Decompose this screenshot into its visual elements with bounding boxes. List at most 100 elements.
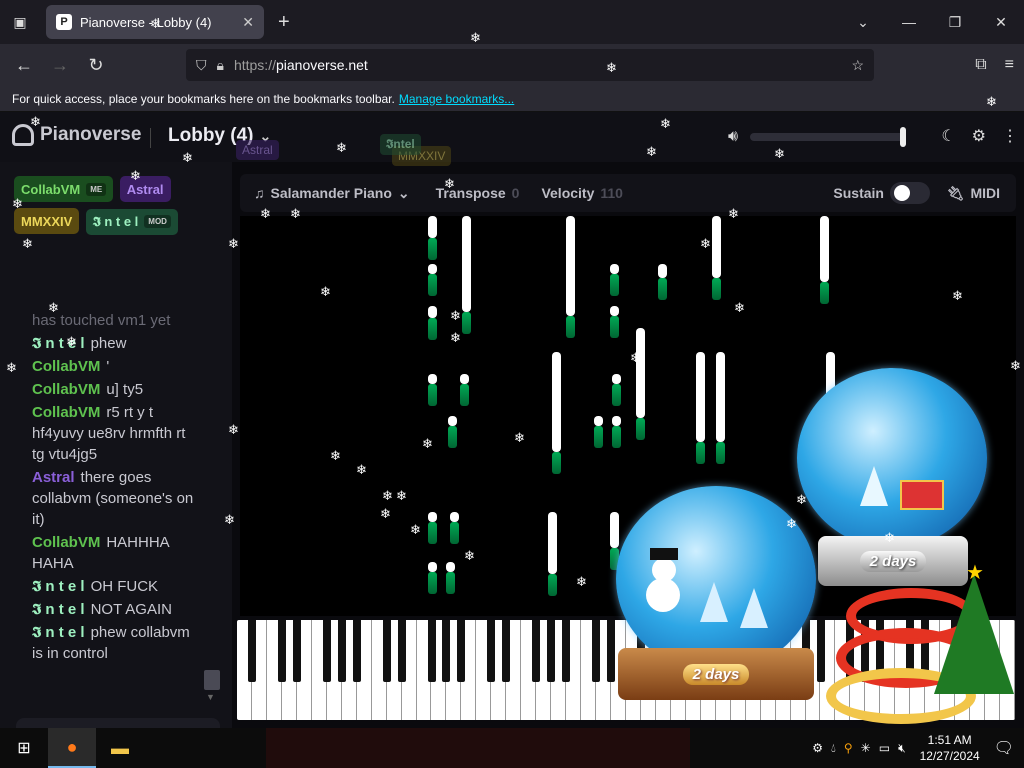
black-key[interactable] (292, 620, 301, 682)
system-tray: ⚙ 💧︎ ⚲ ✳ ▭ 🔇︎ 1:51 AM 12/27/2024 🗨︎ (812, 728, 1024, 768)
falling-note (820, 216, 829, 282)
volume-slider-handle[interactable] (900, 127, 907, 147)
maximize-icon[interactable]: ❐ (932, 14, 978, 31)
user-pill[interactable]: 𝕴 n t e l MOD (85, 208, 178, 235)
black-key[interactable] (592, 620, 601, 682)
snowflake-icon: ❄ (260, 206, 271, 221)
midi-button[interactable]: 🔌︎ MIDI (947, 185, 1000, 202)
black-key[interactable] (562, 620, 571, 682)
list-all-tabs-icon[interactable]: ⌄ (840, 14, 886, 31)
search-icon[interactable]: ⚲ (844, 741, 853, 755)
velocity-control[interactable]: Velocity 110 (541, 185, 623, 201)
chat-author[interactable]: CollabVM (32, 358, 100, 375)
countdown-label: 2 days (682, 663, 750, 685)
volume-control[interactable]: 🔊︎ (728, 127, 907, 147)
black-key[interactable] (322, 620, 331, 682)
snowflake-icon: ❄ (380, 506, 391, 521)
falling-note (610, 264, 619, 274)
url-text[interactable]: https://pianoverse.net (234, 57, 841, 73)
black-key[interactable] (352, 620, 361, 682)
windows-start-icon[interactable]: ⊞ (0, 728, 48, 768)
black-key[interactable] (427, 620, 436, 682)
snowflake-icon: ❄ (646, 144, 657, 159)
snowflake-icon: ❄ (30, 114, 41, 129)
black-key[interactable] (607, 620, 616, 682)
chat-author[interactable]: 𝕴 n t e l (32, 624, 85, 641)
moon-icon[interactable]: ☾ (941, 126, 955, 146)
chat-author[interactable]: Astral (32, 469, 75, 486)
snowflake-icon: ❄ (734, 300, 745, 315)
falling-note (658, 264, 667, 278)
close-window-icon[interactable]: ✕ (978, 14, 1024, 31)
chat-message: CollabVM r5 rt y t hf4yuvy ue8rv hrmfth r… (32, 402, 198, 465)
chat-text: phew (90, 335, 127, 352)
taskbar-clock[interactable]: 1:51 AM 12/27/2024 (920, 732, 980, 764)
url-host: pianoverse.net (275, 57, 368, 73)
note-trail (462, 312, 471, 334)
sustain-toggle[interactable] (890, 182, 930, 204)
black-key[interactable] (337, 620, 346, 682)
user-pill[interactable]: Astral (119, 176, 171, 202)
transpose-value[interactable]: 0 (512, 185, 520, 201)
snowflake-icon: ❄ (444, 176, 455, 191)
black-key[interactable] (502, 620, 511, 682)
menu-icon[interactable]: ≡ (1005, 56, 1014, 74)
notifications-icon[interactable]: 🗨︎ (994, 738, 1014, 758)
tab-list-icon[interactable]: ▣ (0, 0, 40, 44)
droplet-icon[interactable]: 💧︎ (831, 741, 836, 756)
black-key[interactable] (487, 620, 496, 682)
black-key[interactable] (277, 620, 286, 682)
black-key[interactable] (397, 620, 406, 682)
tab-close-icon[interactable]: ✕ (242, 14, 254, 31)
bookmarks-toolbar: For quick access, place your bookmarks h… (0, 86, 1024, 112)
black-key[interactable] (247, 620, 256, 682)
black-key[interactable] (457, 620, 466, 682)
chat-author[interactable]: CollabVM (32, 534, 100, 551)
black-key[interactable] (532, 620, 541, 682)
manage-bookmarks-link[interactable]: Manage bookmarks... (399, 92, 514, 106)
black-key[interactable] (442, 620, 451, 682)
volume-muted-icon[interactable]: 🔇︎ (898, 741, 906, 756)
file-explorer-icon[interactable]: ▬ (96, 728, 144, 768)
tray-app-icon[interactable]: ⚙ (812, 741, 823, 755)
shield-icon[interactable]: ⛉ (196, 57, 207, 74)
extensions-icon[interactable]: ⧉ (975, 56, 986, 74)
user-pill[interactable]: MMXXIV (14, 208, 80, 234)
chat-author[interactable]: 𝕴 n t e l (32, 601, 85, 618)
scroll-down-icon[interactable]: ▼ (206, 692, 215, 702)
chat-text: u] ty5 (106, 381, 144, 398)
volume-slider[interactable] (750, 127, 907, 147)
chat-message: 𝕴 n t e l phew (32, 333, 198, 354)
chat-scrollbar[interactable] (204, 670, 220, 690)
note-trail (610, 274, 619, 296)
firefox-icon[interactable]: ● (48, 728, 96, 768)
chat-author[interactable]: 𝕴 n t e l (32, 578, 85, 595)
more-options-icon[interactable]: ⋮ (1002, 126, 1018, 146)
gift-icon (900, 480, 944, 510)
speaker-icon[interactable]: 🔊︎ (728, 128, 738, 146)
gear-icon[interactable]: ⚙ (972, 126, 986, 146)
network-icon[interactable]: ✳ (861, 741, 871, 755)
url-bar[interactable]: ⛉ 🔒︎ https://pianoverse.net ☆ (186, 49, 874, 81)
bookmark-star-icon[interactable]: ☆ (851, 57, 864, 74)
chat-text: NOT AGAIN (90, 601, 172, 618)
new-tab-icon[interactable]: + (278, 11, 290, 34)
chat-author[interactable]: CollabVM (32, 381, 100, 398)
velocity-value[interactable]: 110 (600, 185, 623, 201)
lock-icon[interactable]: 🔒︎ (217, 57, 224, 74)
black-key[interactable] (816, 620, 825, 682)
chat-message: 𝕴 n t e l OH FUCK (32, 576, 198, 597)
instrument-selector[interactable]: ♫ Salamander Piano ⌄ (254, 185, 410, 202)
reload-icon[interactable]: ↻ (78, 55, 114, 76)
globe-sphere (616, 486, 816, 672)
chat-author[interactable]: CollabVM (32, 404, 100, 421)
snowflake-icon: ❄ (1010, 358, 1021, 373)
black-key[interactable] (547, 620, 556, 682)
display-icon[interactable]: ▭ (879, 741, 890, 755)
back-icon[interactable]: ← (6, 55, 42, 76)
minimize-icon[interactable]: — (886, 14, 932, 30)
snowflake-icon: ❄ (728, 206, 739, 221)
black-key[interactable] (382, 620, 391, 682)
forward-icon[interactable]: → (42, 55, 78, 76)
user-pill[interactable]: CollabVM ME (14, 176, 114, 202)
